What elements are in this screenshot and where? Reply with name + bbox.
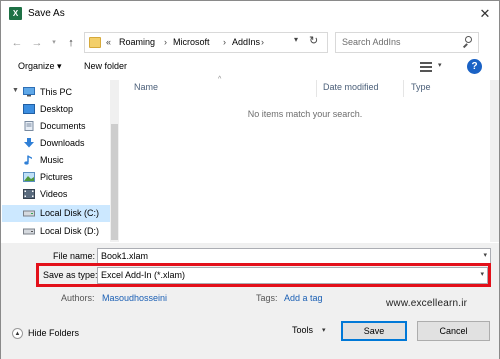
tree-item-desktop[interactable]: Desktop — [2, 101, 110, 118]
navigation-pane: ▼ This PC Desktop Documents Downloads Mu… — [2, 80, 119, 242]
breadcrumb-separator: › — [223, 37, 226, 47]
close-button[interactable]: ✕ — [475, 5, 495, 23]
title-bar: X Save As ✕ — [1, 1, 499, 27]
scrollbar-thumb[interactable] — [111, 124, 118, 240]
tree-item-local-disk-d[interactable]: Local Disk (D:) — [2, 223, 110, 240]
search-icon[interactable] — [462, 36, 472, 48]
column-header-name[interactable]: Name — [134, 82, 158, 92]
save-as-type-label: Save as type: — [43, 270, 98, 280]
chevron-down-icon[interactable]: ▾ — [480, 270, 484, 278]
column-header-date-modified[interactable]: Date modified — [323, 82, 379, 92]
tree-item-documents[interactable]: Documents — [2, 118, 110, 135]
arrow-right-icon: → — [31, 37, 43, 49]
tree-item-label: Music — [40, 155, 64, 165]
authors-value[interactable]: Masoudhosseini — [102, 293, 167, 303]
forward-button[interactable]: → — [30, 35, 44, 51]
view-options-icon[interactable] — [420, 61, 432, 73]
tree-item-local-disk-c[interactable]: Local Disk (C:) — [2, 205, 110, 222]
tree-item-label: This PC — [40, 87, 73, 97]
breadcrumb-roaming[interactable]: Roaming — [119, 37, 155, 47]
file-list-scrollbar[interactable] — [490, 80, 499, 242]
path-overflow[interactable]: « — [106, 37, 111, 47]
tree-item-label: Videos — [40, 189, 68, 199]
tags-label: Tags: — [256, 293, 278, 303]
address-history-chevron-icon[interactable]: ▾ — [294, 35, 298, 44]
navigation-bar: ← → ▾ ↑ « Roaming › Microsoft › AddIns ›… — [1, 31, 499, 55]
drive-icon — [23, 228, 35, 235]
column-header-type[interactable]: Type — [411, 82, 431, 92]
computer-icon — [23, 87, 35, 97]
chevron-down-icon[interactable]: ▾ — [483, 251, 487, 259]
up-button[interactable]: ↑ — [64, 35, 78, 51]
tree-item-downloads[interactable]: Downloads — [2, 135, 110, 152]
command-bar: Organize ▾ New folder ▾ ? — [1, 59, 499, 77]
save-as-type-value[interactable]: Excel Add-In (*.xlam) — [101, 270, 185, 280]
file-list: ^ Name Date modified Type No items match… — [120, 76, 490, 242]
breadcrumb-addins[interactable]: AddIns — [232, 37, 260, 47]
authors-label: Authors: — [61, 293, 95, 303]
save-button[interactable]: Save — [341, 321, 407, 341]
column-divider[interactable] — [316, 80, 317, 97]
new-folder-button[interactable]: New folder — [84, 61, 127, 71]
chevron-down-icon: ▾ — [52, 39, 56, 46]
tree-item-label: Pictures — [40, 172, 73, 182]
downloads-icon — [24, 138, 34, 148]
watermark: www.excellearn.ir — [386, 298, 468, 309]
back-button[interactable]: ← — [10, 35, 24, 51]
chevron-down-icon[interactable]: ▼ — [12, 87, 19, 94]
view-options-chevron-icon[interactable]: ▾ — [438, 61, 442, 69]
refresh-icon[interactable]: ↻ — [309, 34, 318, 47]
tools-menu[interactable]: Tools — [292, 325, 313, 335]
tree-item-label: Local Disk (C:) — [40, 208, 100, 218]
breadcrumb-separator: › — [261, 37, 264, 47]
tree-item-label: Documents — [40, 121, 86, 131]
organize-menu[interactable]: Organize ▾ — [18, 61, 62, 72]
sort-caret-icon: ^ — [218, 76, 222, 83]
hide-folders-label: Hide Folders — [28, 328, 80, 338]
dialog-title: Save As — [28, 8, 65, 19]
chevron-down-icon[interactable]: ▾ — [322, 326, 326, 334]
arrow-left-icon: ← — [11, 37, 23, 49]
tags-value[interactable]: Add a tag — [284, 293, 323, 303]
column-divider[interactable] — [403, 80, 404, 97]
help-icon[interactable]: ? — [467, 59, 482, 74]
save-as-dialog: X Save As ✕ ← → ▾ ↑ « Roaming › Microsof… — [0, 0, 500, 359]
recent-locations-button[interactable]: ▾ — [47, 35, 61, 51]
videos-icon — [23, 189, 35, 199]
folder-icon — [89, 37, 101, 48]
search-box[interactable]: Search AddIns — [335, 32, 479, 53]
breadcrumb-microsoft[interactable]: Microsoft — [173, 37, 210, 47]
desktop-icon — [23, 104, 35, 114]
address-bar[interactable]: « Roaming › Microsoft › AddIns › — [84, 32, 328, 53]
tree-item-label: Desktop — [40, 104, 74, 114]
tree-item-label: Local Disk (D:) — [40, 226, 100, 236]
chevron-up-icon: ▲ — [12, 328, 23, 339]
music-icon — [24, 155, 32, 165]
cancel-button[interactable]: Cancel — [417, 321, 490, 341]
arrow-up-icon: ↑ — [68, 37, 74, 49]
search-input[interactable]: Search AddIns — [342, 37, 401, 47]
tree-item-pictures[interactable]: Pictures — [2, 169, 110, 186]
tree-item-label: Downloads — [40, 138, 85, 148]
excel-icon: X — [9, 7, 22, 20]
breadcrumb-separator: › — [164, 37, 167, 47]
tree-item-music[interactable]: Music — [2, 152, 110, 169]
tree-item-this-pc[interactable]: ▼ This PC — [2, 84, 110, 101]
documents-icon — [24, 121, 34, 131]
drive-icon — [23, 210, 35, 217]
tree-item-videos[interactable]: Videos — [2, 186, 110, 203]
pictures-icon — [23, 172, 35, 182]
file-name-input[interactable]: Book1.xlam — [101, 251, 148, 261]
empty-message: No items match your search. — [247, 109, 363, 119]
file-name-label: File name: — [53, 251, 96, 261]
save-as-type-select[interactable]: Excel Add-In (*.xlam) ▾ — [97, 267, 488, 284]
navigation-scrollbar[interactable] — [110, 80, 119, 242]
